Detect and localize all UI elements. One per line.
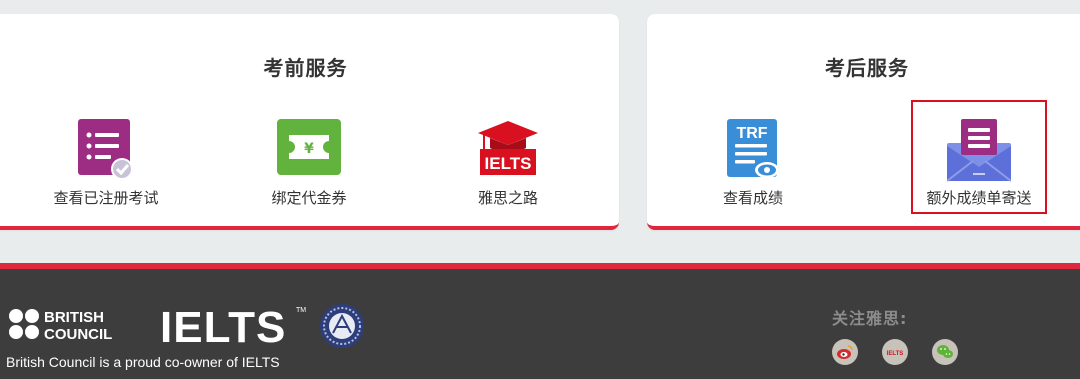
wechat-link[interactable] [932,339,958,365]
follow-ielts-label: 关注雅思: [832,309,908,328]
voucher-icon: ¥ [277,119,341,175]
pre-exam-services-card: 考前服务 查看已注册考试 ¥ 绑定代金券 IELTS 雅思之路 [0,14,619,230]
trf-text: TRF [736,125,767,142]
ielts-trademark: TM [296,307,306,314]
registered-exams-icon [78,119,133,180]
ielts-icon: IELTS [885,349,905,357]
british-council-logo: BRITISH COUNCIL [9,309,112,343]
weibo-link[interactable] [832,339,858,365]
extra-transcript-mailing-button[interactable]: 额外成绩单寄送 [899,119,1059,208]
trf-results-icon: TRF [727,119,779,178]
pre-exam-services-title: 考前服务 [263,56,348,80]
wechat-icon [937,345,953,358]
view-results-button[interactable]: TRF 查看成绩 [673,119,833,208]
ielts-road-label: 雅思之路 [477,189,538,207]
extra-transcript-mailing-label: 额外成绩单寄送 [926,189,1032,207]
bind-voucher-button[interactable]: ¥ 绑定代金券 [229,119,389,208]
co-owner-tagline: British Council is a proud co-owner of I… [6,354,280,370]
british-council-logo-line1: BRITISH [44,309,104,326]
weibo-icon [837,345,853,359]
bind-voucher-label: 绑定代金券 [271,189,347,207]
ielts-road-button[interactable]: IELTS 雅思之路 [428,119,588,208]
yen-symbol: ¥ [304,141,314,157]
post-exam-services-card: 考后服务 TRF 查看成绩 额外成绩单寄送 [647,14,1080,230]
british-council-logo-line2: COUNCIL [44,326,112,343]
ielts-official-link[interactable]: IELTS [882,339,908,365]
idp-seal-logo [320,304,364,348]
view-registered-exams-button[interactable]: 查看已注册考试 [26,119,186,208]
partner-logos: BRITISH COUNCIL IELTS TM [9,303,364,350]
ielts-logo: IELTS TM [160,303,306,350]
ielts-road-icon: IELTS [478,121,538,175]
ielts-social-text: IELTS [887,351,904,357]
view-results-label: 查看成绩 [722,189,783,207]
view-registered-exams-label: 查看已注册考试 [53,189,159,207]
post-exam-services-title: 考后服务 [825,56,909,80]
ielts-hat-text: IELTS [485,154,532,173]
ielts-logo-text: IELTS [160,303,286,350]
footer: BRITISH COUNCIL IELTS TM British Council… [0,269,1080,379]
mail-transcript-icon [947,119,1011,182]
